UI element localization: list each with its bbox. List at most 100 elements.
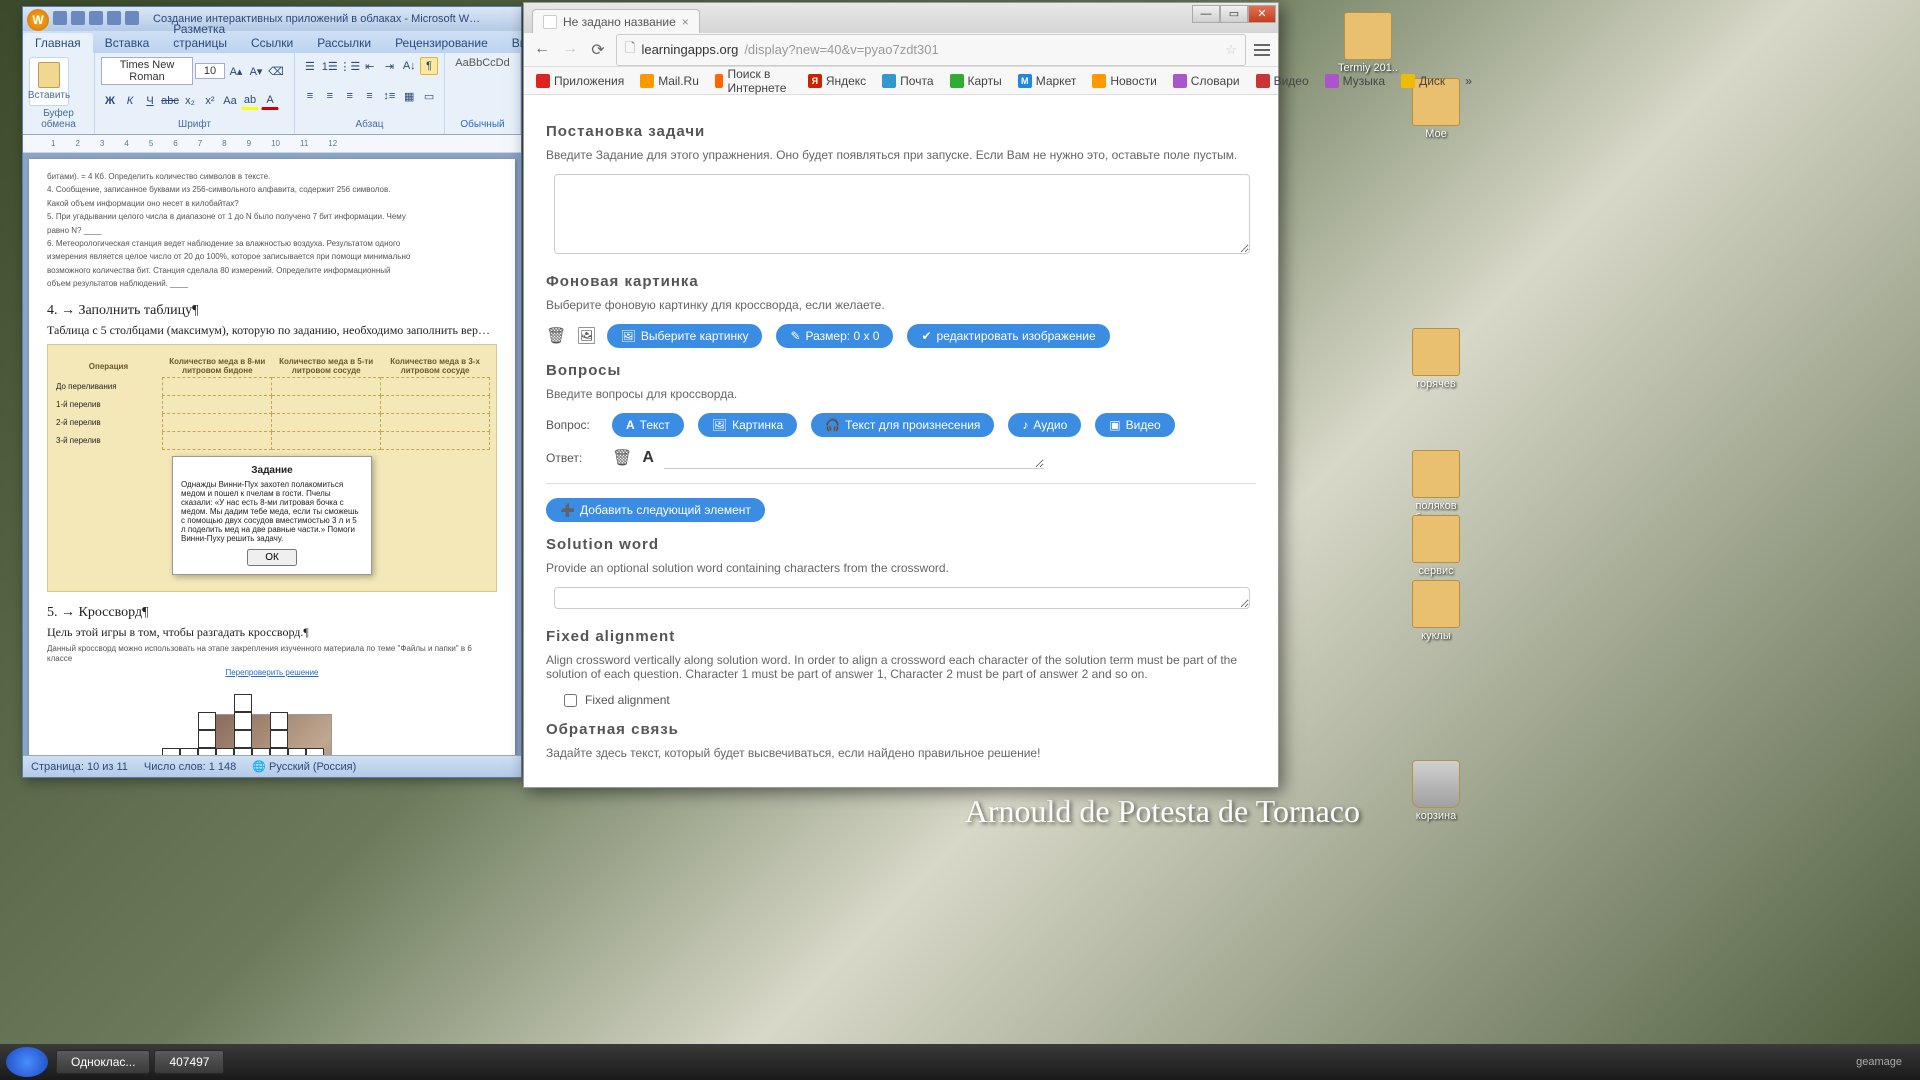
desktop-icon[interactable]: поляков блендер: [1398, 450, 1474, 524]
numbering-button[interactable]: 1☰: [321, 57, 339, 75]
answer-input[interactable]: [664, 447, 1044, 469]
show-marks-button[interactable]: ¶: [420, 57, 438, 75]
question-tts-button[interactable]: 🎧 Текст для произнесения: [811, 413, 994, 437]
bookmark-icon: [1256, 74, 1270, 88]
shrink-font-button[interactable]: A▾: [247, 62, 265, 80]
question-text-button[interactable]: A Текст: [612, 413, 684, 437]
quick-access-toolbar[interactable]: [53, 11, 139, 25]
ribbon-tab[interactable]: Главная: [23, 33, 93, 53]
bookmark-item[interactable]: Музыка: [1319, 71, 1391, 91]
bookmark-item[interactable]: ММаркет: [1012, 71, 1083, 91]
multilevel-button[interactable]: ⋮☰: [341, 57, 359, 75]
chrome-menu-button[interactable]: [1254, 44, 1270, 56]
highlight-button[interactable]: ab: [241, 92, 259, 110]
fixed-alignment-checkbox[interactable]: [564, 694, 577, 707]
browser-tab[interactable]: Не задано название ×: [532, 9, 700, 33]
desktop-icon[interactable]: корзина: [1398, 760, 1474, 822]
shading-button[interactable]: ▦: [400, 87, 418, 105]
page-content[interactable]: Постановка задачи Введите Задание для эт…: [524, 95, 1278, 787]
bookmark-icon: [1401, 74, 1415, 88]
ribbon-tab[interactable]: Разметка страницы: [161, 19, 239, 53]
case-button[interactable]: Aa: [221, 92, 239, 110]
doc-text: 6. Метеорологическая станция ведет наблю…: [47, 239, 497, 249]
strike-button[interactable]: abc: [161, 92, 179, 110]
word-titlebar[interactable]: W Создание интерактивных приложений в об…: [23, 7, 521, 31]
indent-button[interactable]: ⇥: [381, 57, 399, 75]
taskbar-item[interactable]: Одноклас...: [56, 1050, 150, 1074]
subscript-button[interactable]: x₂: [181, 92, 199, 110]
maximize-button[interactable]: ▭: [1220, 5, 1248, 23]
outdent-button[interactable]: ⇤: [361, 57, 379, 75]
bookmark-item[interactable]: Новости: [1086, 71, 1162, 91]
underline-button[interactable]: Ч: [141, 92, 159, 110]
address-bar[interactable]: 🗋 learningapps.org/display?new=40&v=pyao…: [616, 34, 1246, 66]
ribbon-tab[interactable]: Рассылки: [305, 33, 383, 53]
bold-button[interactable]: Ж: [101, 92, 119, 110]
delete-image-icon[interactable]: 🗑: [546, 326, 566, 346]
edit-image-button[interactable]: ✔ редактировать изображение: [907, 324, 1109, 348]
line-spacing-button[interactable]: ↕≡: [380, 87, 398, 105]
align-right-button[interactable]: ≡: [341, 87, 359, 105]
font-name-select[interactable]: Times New Roman: [101, 57, 193, 85]
doc-text: 5. При угадывании целого числа в диапазо…: [47, 212, 497, 222]
question-audio-button[interactable]: ♪ Аудио: [1008, 413, 1081, 437]
question-video-button[interactable]: ▣ Видео: [1095, 413, 1174, 437]
sort-button[interactable]: A↓: [400, 57, 418, 75]
font-color-button[interactable]: A: [261, 92, 279, 110]
document-area[interactable]: битами). = 4 Кб. Определить количество с…: [23, 153, 521, 755]
bookmark-item[interactable]: Диск: [1395, 71, 1451, 91]
bullets-button[interactable]: ☰: [301, 57, 319, 75]
desktop-icon[interactable]: Termiy 201..: [1330, 12, 1406, 74]
office-button[interactable]: W: [27, 9, 49, 31]
justify-button[interactable]: ≡: [361, 87, 379, 105]
bookmark-item[interactable]: Словари: [1167, 71, 1246, 91]
font-size-select[interactable]: 10: [195, 63, 225, 79]
bookmark-item[interactable]: Почта: [876, 71, 939, 91]
start-button[interactable]: [6, 1047, 48, 1077]
bookmark-item[interactable]: Поиск в Интернете: [709, 64, 798, 98]
align-left-button[interactable]: ≡: [301, 87, 319, 105]
popup-ok-button[interactable]: ОК: [247, 549, 297, 566]
grow-font-button[interactable]: A▴: [227, 62, 245, 80]
question-image-button[interactable]: 🖼 Картинка: [698, 413, 797, 437]
bookmark-item[interactable]: ЯЯндекс: [802, 71, 872, 91]
bookmark-item[interactable]: Видео: [1250, 71, 1315, 91]
status-lang[interactable]: 🌐 Русский (Россия): [252, 760, 356, 773]
ribbon-tab[interactable]: Ссылки: [239, 33, 305, 53]
taskbar-item[interactable]: 407497: [154, 1050, 224, 1074]
solution-input[interactable]: [554, 587, 1250, 609]
clear-format-button[interactable]: ⌫: [267, 62, 285, 80]
delete-answer-icon[interactable]: 🗑: [612, 448, 632, 468]
image-placeholder-icon[interactable]: 🖼: [576, 326, 596, 346]
italic-button[interactable]: К: [121, 92, 139, 110]
reload-button[interactable]: ⟳: [588, 40, 608, 60]
borders-button[interactable]: ▭: [420, 87, 438, 105]
bookmark-item[interactable]: Mail.Ru: [634, 71, 705, 91]
ribbon-tab[interactable]: Вставка: [93, 33, 162, 53]
status-page[interactable]: Страница: 10 из 11: [31, 761, 128, 773]
back-button[interactable]: ←: [532, 40, 552, 60]
minimize-button[interactable]: —: [1192, 5, 1220, 23]
image-size-button[interactable]: ✎ Размер: 0 x 0: [776, 324, 893, 348]
bookmark-item[interactable]: Карты: [944, 71, 1008, 91]
forward-button[interactable]: →: [560, 40, 580, 60]
bookmark-item[interactable]: Приложения: [530, 71, 630, 91]
close-button[interactable]: ✕: [1248, 5, 1276, 23]
format-answer-icon[interactable]: A: [642, 449, 654, 467]
align-center-button[interactable]: ≡: [321, 87, 339, 105]
ribbon-tab[interactable]: Рецензирование: [383, 33, 500, 53]
status-words[interactable]: Число слов: 1 148: [144, 761, 236, 773]
desktop-icon[interactable]: горячев: [1398, 328, 1474, 390]
heading-5: 5. → Кроссворд¶: [47, 604, 497, 622]
horizontal-ruler[interactable]: 123456789101112: [23, 135, 521, 153]
add-element-button[interactable]: ➕ Добавить следующий элемент: [546, 498, 765, 522]
bookmark-star-icon[interactable]: ☆: [1225, 42, 1237, 58]
bookmarks-overflow[interactable]: »: [1459, 71, 1478, 91]
choose-image-button[interactable]: 🖼 Выберите картинку: [607, 324, 763, 348]
task-textarea[interactable]: [554, 174, 1250, 254]
superscript-button[interactable]: x²: [201, 92, 219, 110]
desktop-icon[interactable]: куклы: [1398, 580, 1474, 642]
desktop-icon[interactable]: сервис: [1398, 515, 1474, 577]
paste-button[interactable]: Вставить: [29, 57, 69, 106]
tab-close-icon[interactable]: ×: [682, 15, 689, 29]
